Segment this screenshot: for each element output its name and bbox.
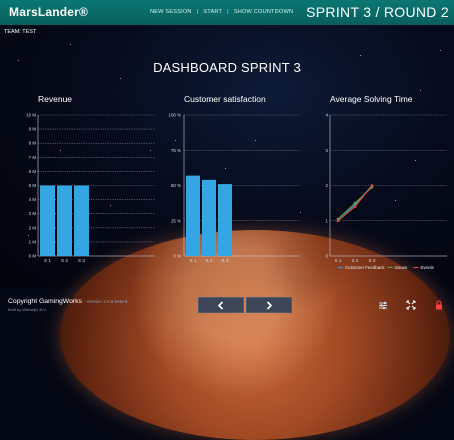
y-tick-label: 2 [326, 183, 329, 188]
settings-sliders-button[interactable] [370, 297, 396, 313]
legend-label: Customer Feedback [345, 265, 385, 270]
legend-label: Events [420, 265, 434, 270]
copyright-label: Copyright GamingWorks [8, 298, 82, 305]
previous-button[interactable] [198, 297, 244, 313]
x-tick-label: S 3 [369, 258, 376, 263]
data-point [336, 219, 340, 223]
fullscreen-button[interactable] [398, 297, 424, 313]
built-by-label: Built by Webstijlo B.V. [8, 307, 47, 312]
y-tick-label: 1 [326, 218, 329, 223]
lock-icon [436, 300, 442, 310]
y-tick-label: 4 [326, 113, 329, 118]
y-tick-label: 0 [326, 254, 329, 259]
legend-label: Issues [395, 265, 408, 270]
next-button[interactable] [246, 297, 292, 313]
lock-button[interactable] [426, 297, 452, 313]
chevron-left-icon [217, 300, 224, 310]
fullscreen-icon [406, 300, 416, 310]
version-label: - Version 2.0.6 beta 5 [83, 299, 128, 304]
chevron-right-icon [266, 300, 273, 310]
data-point [353, 205, 357, 208]
copyright-text: Copyright GamingWorks - Version 2.0.6 be… [8, 298, 127, 305]
data-point [353, 201, 357, 205]
x-tick-label: S 1 [335, 258, 342, 263]
average-solving-time-chart: 0 1 2 3 4 S 1 S 2 S 3 Customer Feedback Issues Eve… [326, 113, 447, 270]
data-point [370, 184, 374, 187]
x-tick-label: S 2 [352, 258, 359, 263]
y-tick-label: 3 [326, 148, 329, 153]
sliders-icon [379, 301, 387, 309]
